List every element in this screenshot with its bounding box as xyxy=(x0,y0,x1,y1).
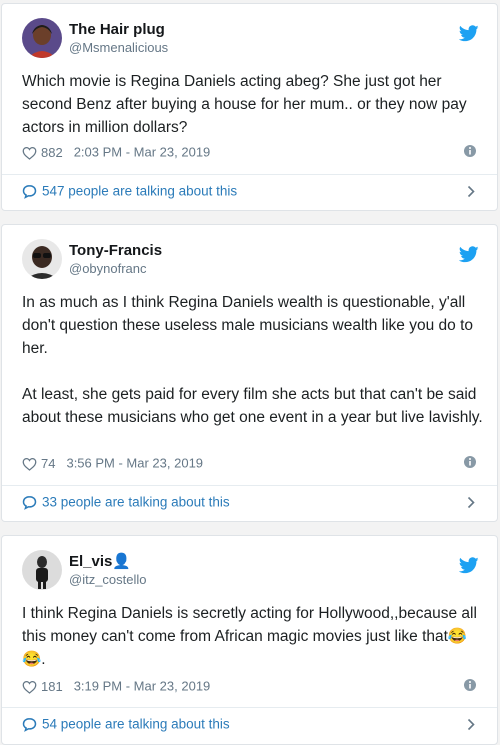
twitter-bird-icon[interactable] xyxy=(459,25,479,42)
display-name[interactable]: The Hair plug xyxy=(69,21,168,39)
talking-about-link[interactable]: 547 people are talking about this xyxy=(22,180,477,202)
like-count[interactable]: 181 xyxy=(41,679,63,694)
tweet-meta: 882 2:03 PM - Mar 23, 2019 xyxy=(22,143,477,161)
tweet-card: The Hair plug @Msmenalicious Which movie… xyxy=(1,3,498,211)
tweet-text: Which movie is Regina Daniels acting abe… xyxy=(22,73,471,136)
tweet-timestamp[interactable]: 2:03 PM - Mar 23, 2019 xyxy=(74,145,211,160)
talking-about-link[interactable]: 33 people are talking about this xyxy=(22,491,477,513)
heart-icon[interactable] xyxy=(22,457,37,471)
author-info[interactable]: El_vis👤 @itz_costello xyxy=(69,553,147,588)
heart-icon[interactable] xyxy=(22,146,37,160)
tweet-text: I think Regina Daniels is secretly actin… xyxy=(22,605,482,668)
like-count[interactable]: 74 xyxy=(41,456,55,471)
tweet-meta: 181 3:19 PM - Mar 23, 2019 xyxy=(22,677,477,695)
info-icon[interactable] xyxy=(463,455,477,469)
info-icon[interactable] xyxy=(463,678,477,692)
user-handle[interactable]: @obynofranc xyxy=(69,260,162,277)
talking-text[interactable]: 547 people are talking about this xyxy=(42,183,237,198)
chevron-right-icon[interactable] xyxy=(467,185,475,198)
author-info[interactable]: Tony-Francis @obynofranc xyxy=(69,242,162,277)
tweet-card: Tony-Francis @obynofranc In as much as I… xyxy=(1,224,498,522)
speech-bubble-icon xyxy=(22,717,37,732)
user-handle[interactable]: @itz_costello xyxy=(69,571,147,588)
chevron-right-icon[interactable] xyxy=(467,718,475,731)
author-info[interactable]: The Hair plug @Msmenalicious xyxy=(69,21,168,56)
avatar[interactable] xyxy=(22,239,62,279)
twitter-bird-icon[interactable] xyxy=(459,557,479,574)
twitter-bird-icon[interactable] xyxy=(459,246,479,263)
tweet-timestamp[interactable]: 3:56 PM - Mar 23, 2019 xyxy=(66,456,203,471)
talking-text[interactable]: 54 people are talking about this xyxy=(42,716,230,731)
tweet-meta: 74 3:56 PM - Mar 23, 2019 xyxy=(22,454,477,472)
talking-about-link[interactable]: 54 people are talking about this xyxy=(22,713,477,735)
tweet-timestamp[interactable]: 3:19 PM - Mar 23, 2019 xyxy=(74,679,211,694)
tweet-card: El_vis👤 @itz_costello I think Regina Dan… xyxy=(1,535,498,745)
avatar[interactable] xyxy=(22,550,62,590)
divider xyxy=(2,174,497,175)
divider xyxy=(2,707,497,708)
speech-bubble-icon xyxy=(22,495,37,510)
speech-bubble-icon xyxy=(22,184,37,199)
display-name[interactable]: El_vis👤 xyxy=(69,553,147,571)
tweet-text: In as much as I think Regina Daniels wea… xyxy=(22,294,483,426)
divider xyxy=(2,485,497,486)
avatar[interactable] xyxy=(22,18,62,58)
info-icon[interactable] xyxy=(463,144,477,158)
heart-icon[interactable] xyxy=(22,680,37,694)
like-count[interactable]: 882 xyxy=(41,145,63,160)
user-handle[interactable]: @Msmenalicious xyxy=(69,39,168,56)
chevron-right-icon[interactable] xyxy=(467,496,475,509)
talking-text[interactable]: 33 people are talking about this xyxy=(42,494,230,509)
display-name[interactable]: Tony-Francis xyxy=(69,242,162,260)
